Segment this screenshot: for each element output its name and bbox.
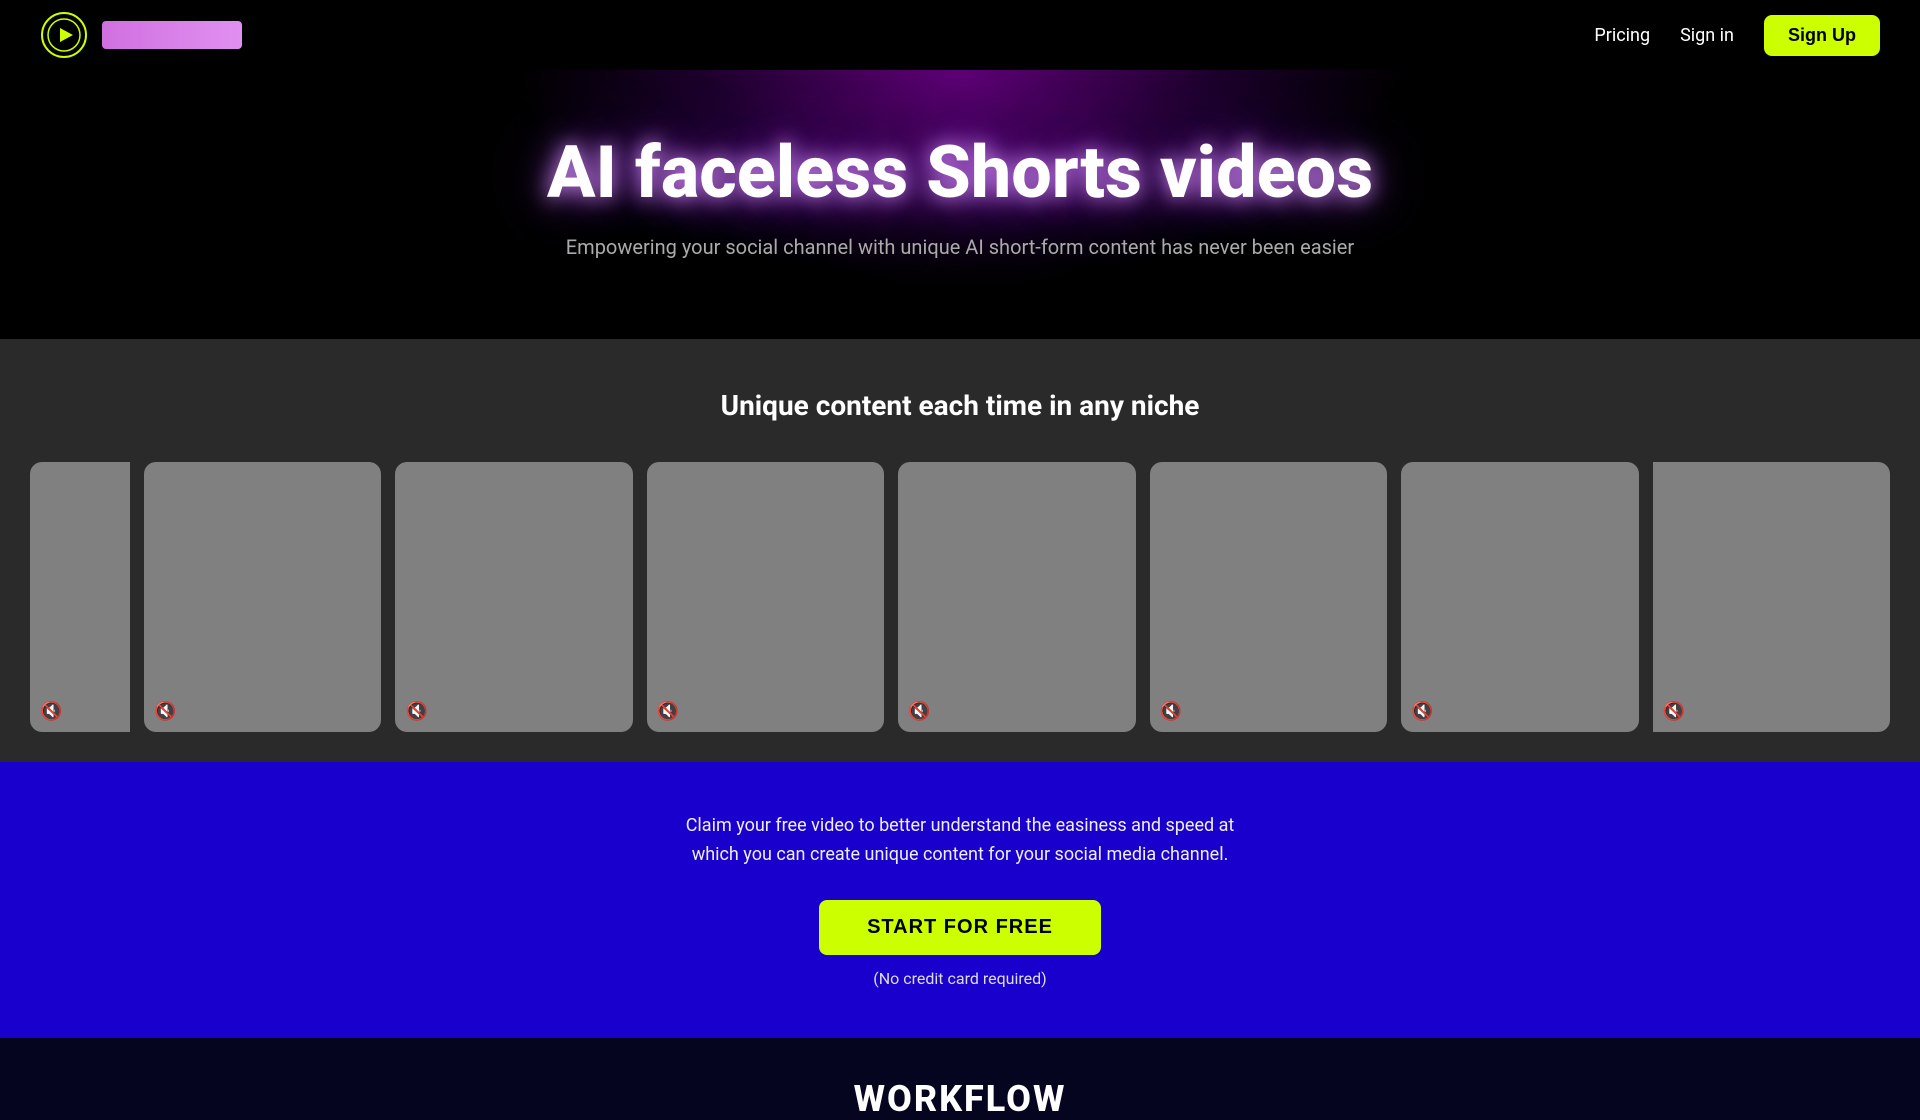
mute-icon-5: 🔇 <box>908 701 930 722</box>
signup-button[interactable]: Sign Up <box>1764 15 1880 56</box>
cta-note: (No credit card required) <box>40 969 1880 988</box>
mute-icon-8: 🔇 <box>1663 701 1685 722</box>
mute-icon-6: 🔇 <box>1160 701 1182 722</box>
video-section-title: Unique content each time in any niche <box>30 389 1890 422</box>
navbar-right: Pricing Sign in Sign Up <box>1594 15 1880 56</box>
mute-icon-1: 🔇 <box>40 701 62 722</box>
video-grid: 🔇 🔇 🔇 🔇 🔇 🔇 🔇 🔇 <box>30 462 1890 732</box>
video-section: Unique content each time in any niche 🔇 … <box>0 339 1920 762</box>
hero-subtitle: Empowering your social channel with uniq… <box>40 235 1880 259</box>
mute-icon-3: 🔇 <box>405 701 427 722</box>
cta-description: Claim your free video to better understa… <box>40 812 1880 870</box>
signin-link[interactable]: Sign in <box>1680 25 1734 46</box>
video-card-2[interactable]: 🔇 <box>144 462 381 732</box>
navbar-left <box>40 11 242 59</box>
video-card-7[interactable]: 🔇 <box>1401 462 1638 732</box>
mute-icon-7: 🔇 <box>1411 701 1433 722</box>
cta-section: Claim your free video to better understa… <box>0 762 1920 1038</box>
navbar: Pricing Sign in Sign Up <box>0 0 1920 70</box>
pricing-link[interactable]: Pricing <box>1594 25 1650 46</box>
mute-icon-4: 🔇 <box>657 701 679 722</box>
mute-icon-2: 🔇 <box>154 701 176 722</box>
start-free-button[interactable]: START FOR FREE <box>819 900 1101 955</box>
video-card-3[interactable]: 🔇 <box>395 462 632 732</box>
video-card-6[interactable]: 🔇 <box>1150 462 1387 732</box>
workflow-title: WORKFLOW <box>40 1078 1880 1120</box>
video-card-4[interactable]: 🔇 <box>647 462 884 732</box>
workflow-section: WORKFLOW <box>0 1038 1920 1120</box>
hero-title: AI faceless Shorts videos <box>40 130 1880 215</box>
logo-icon <box>40 11 88 59</box>
hero-section: AI faceless Shorts videos Empowering you… <box>0 70 1920 339</box>
video-card-8[interactable]: 🔇 <box>1653 462 1890 732</box>
video-card-5[interactable]: 🔇 <box>898 462 1135 732</box>
video-card-1[interactable]: 🔇 <box>30 462 130 732</box>
logo-text <box>102 21 242 49</box>
